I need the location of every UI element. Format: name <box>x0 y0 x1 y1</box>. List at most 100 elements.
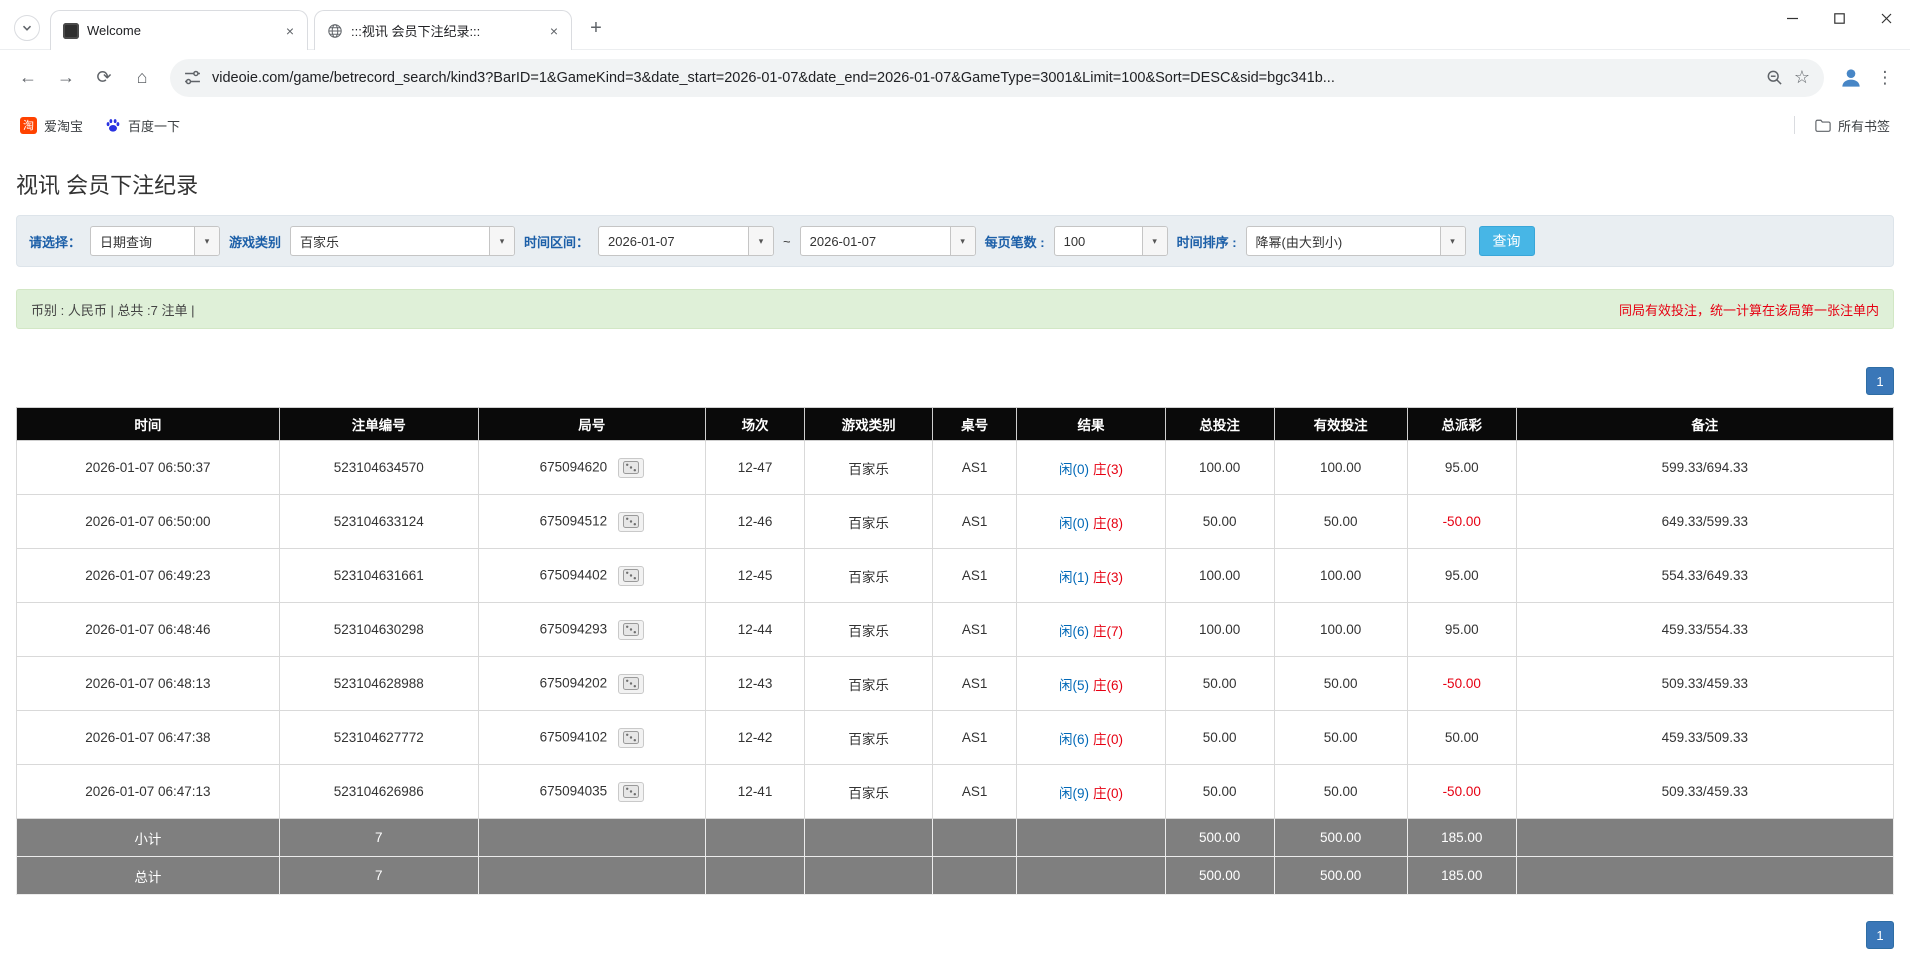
dice-icon[interactable] <box>617 511 644 532</box>
dice-icon[interactable] <box>617 619 644 640</box>
cell-game-kind: 百家乐 <box>804 602 933 657</box>
player-result: 闲(6) <box>1059 623 1090 639</box>
home-button[interactable]: ⌂ <box>124 60 160 96</box>
bookmark-baidu[interactable]: 百度一下 <box>97 112 188 139</box>
bookmark-star-icon[interactable]: ☆ <box>1794 67 1810 88</box>
cell-valid-bet: 100.00 <box>1273 440 1408 495</box>
cell-valid-bet: 50.00 <box>1273 710 1408 765</box>
table-row: 2026-01-07 06:49:23 523104631661 6750944… <box>16 548 1895 603</box>
round-id: 675094402 <box>539 567 608 583</box>
col-total-bet: 总投注 <box>1164 407 1275 441</box>
all-bookmarks-button[interactable]: 所有书签 <box>1807 112 1898 139</box>
range-label: 时间区间： <box>524 234 590 250</box>
page-button-1[interactable]: 1 <box>1866 367 1894 395</box>
player-result: 闲(0) <box>1059 515 1090 531</box>
cell-payout: -50.00 <box>1406 656 1517 711</box>
bet-records-table: 时间 注单编号 局号 场次 游戏类别 桌号 结果 总投注 有效投注 总派彩 备注… <box>16 407 1895 895</box>
cell-total-bet[interactable]: 100.00 <box>1164 440 1275 495</box>
col-time: 时间 <box>16 407 280 441</box>
refresh-button[interactable]: ⟳ <box>86 60 122 96</box>
maximize-icon <box>1834 12 1845 24</box>
forward-button[interactable]: → <box>48 60 84 96</box>
cell-total-bet[interactable]: 100.00 <box>1164 602 1275 657</box>
search-button[interactable]: 查询 <box>1478 226 1535 256</box>
tab-welcome[interactable]: Welcome × <box>50 10 308 50</box>
game-kind-value: 百家乐 <box>300 234 340 250</box>
dice-icon[interactable] <box>617 673 644 694</box>
summary-empty-cell <box>804 818 933 857</box>
round-id: 675094512 <box>539 513 608 529</box>
zoom-icon[interactable] <box>1766 69 1783 86</box>
chevron-down-icon: ▾ <box>949 227 975 255</box>
game-kind-select[interactable]: 百家乐 ▾ <box>290 226 516 256</box>
cell-game-kind: 百家乐 <box>804 440 933 495</box>
total-count: 7 <box>278 856 479 895</box>
taobao-icon: 淘 <box>20 116 37 134</box>
cell-total-bet[interactable]: 100.00 <box>1164 548 1275 603</box>
info-bar: 币别 : 人民币 | 总共 :7 注单 | 同局有效投注，统一计算在该局第一张注… <box>16 289 1894 329</box>
bookmark-aitaobao[interactable]: 淘 爱淘宝 <box>12 112 91 139</box>
new-tab-button[interactable]: + <box>582 14 610 42</box>
sort-select[interactable]: 降幂(由大到小) ▾ <box>1245 226 1466 256</box>
site-info-icon[interactable] <box>184 69 201 86</box>
cell-result: 闲(6) 庄(0) <box>1016 710 1166 765</box>
cell-table: AS1 <box>931 602 1018 657</box>
total-total-bet: 500.00 <box>1164 856 1275 895</box>
cell-payout: -50.00 <box>1406 494 1517 549</box>
table-row: 2026-01-07 06:47:13 523104626986 6750940… <box>16 764 1895 819</box>
date-end-select[interactable]: 2026-01-07 ▾ <box>799 226 976 256</box>
date-start-select[interactable]: 2026-01-07 ▾ <box>598 226 775 256</box>
round-id: 675094620 <box>539 459 608 475</box>
url-text[interactable]: videoie.com/game/betrecord_search/kind3?… <box>212 70 1755 86</box>
profile-icon[interactable] <box>1834 61 1868 95</box>
col-valid-bet: 有效投注 <box>1273 407 1408 441</box>
bookmark-label: 爱淘宝 <box>44 118 84 134</box>
table-body: 2026-01-07 06:50:37 523104634570 6750946… <box>16 440 1895 819</box>
cell-time: 2026-01-07 06:48:13 <box>16 656 280 711</box>
dice-icon[interactable] <box>617 727 644 748</box>
cell-total-bet[interactable]: 50.00 <box>1164 494 1275 549</box>
per-page-select[interactable]: 100 ▾ <box>1053 226 1168 256</box>
browser-toolbar: ← → ⟳ ⌂ videoie.com/game/betrecord_searc… <box>0 50 1910 105</box>
cell-result: 闲(5) 庄(6) <box>1016 656 1166 711</box>
subtotal-payout: 185.00 <box>1406 818 1517 857</box>
minimize-button[interactable] <box>1769 0 1816 36</box>
cell-session: 12-43 <box>704 656 806 711</box>
chevron-down-icon <box>22 25 32 31</box>
subtotal-row: 小计 7 500.00 500.00 185.00 <box>16 818 1895 857</box>
tab-close-icon[interactable]: × <box>545 22 563 40</box>
close-window-button[interactable] <box>1863 0 1910 36</box>
dice-icon[interactable] <box>617 565 644 586</box>
url-bar[interactable]: videoie.com/game/betrecord_search/kind3?… <box>170 58 1824 97</box>
tab-search-button[interactable] <box>14 15 40 41</box>
query-type-select[interactable]: 日期查询 ▾ <box>90 226 221 256</box>
table-row: 2026-01-07 06:50:00 523104633124 6750945… <box>16 494 1895 549</box>
cell-session: 12-47 <box>704 440 806 495</box>
bookmarks-right: 所有书签 <box>1793 112 1898 139</box>
maximize-button[interactable] <box>1816 0 1863 36</box>
cell-total-bet[interactable]: 50.00 <box>1164 764 1275 819</box>
page-button-1[interactable]: 1 <box>1866 921 1894 949</box>
cell-total-bet[interactable]: 50.00 <box>1164 656 1275 711</box>
menu-icon[interactable]: ⋮ <box>1870 61 1900 95</box>
dice-icon[interactable] <box>617 781 644 802</box>
dice-icon[interactable] <box>617 457 644 478</box>
round-id: 675094293 <box>539 621 608 637</box>
cell-bet-id: 523104630298 <box>278 602 479 657</box>
cell-total-bet[interactable]: 50.00 <box>1164 710 1275 765</box>
back-button[interactable]: ← <box>10 60 46 96</box>
all-bookmarks-label: 所有书签 <box>1837 118 1890 134</box>
bookmark-label: 百度一下 <box>128 118 181 134</box>
chevron-down-icon: ▾ <box>489 227 515 255</box>
cell-payout: 95.00 <box>1406 548 1517 603</box>
cell-table: AS1 <box>931 494 1018 549</box>
table-row: 2026-01-07 06:48:13 523104628988 6750942… <box>16 656 1895 711</box>
player-result: 闲(6) <box>1059 731 1090 747</box>
date-start-value: 2026-01-07 <box>608 233 675 249</box>
banker-result: 庄(0) <box>1093 731 1124 747</box>
select-label: 请选择： <box>29 234 82 250</box>
col-result: 结果 <box>1016 407 1166 441</box>
tab-betrecord[interactable]: :::视讯 会员下注纪录::: × <box>314 10 572 50</box>
welcome-favicon <box>63 22 79 39</box>
tab-close-icon[interactable]: × <box>281 22 299 40</box>
